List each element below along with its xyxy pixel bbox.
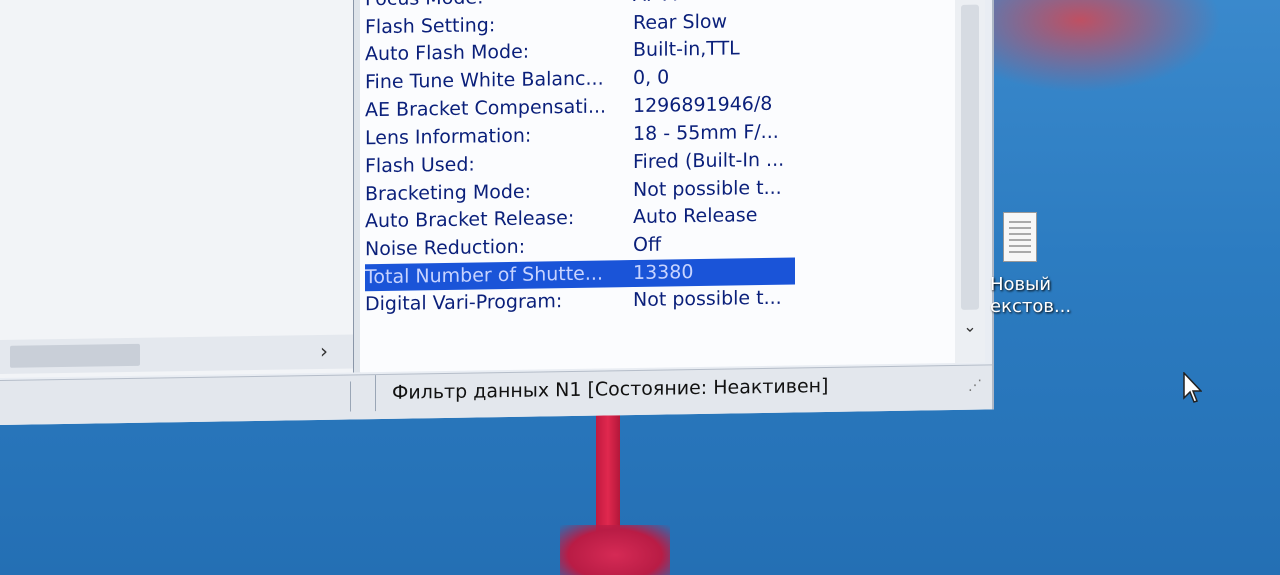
property-key: Auto Bracket Release: xyxy=(365,206,575,233)
data-filter-status: Фильтр данных N1 [Состояние: Неактивен] xyxy=(375,367,833,412)
property-key: Flash Used: xyxy=(365,153,475,178)
property-key: Lens Information: xyxy=(365,124,532,150)
desktop-file-new-text[interactable]: Новый екстов... xyxy=(990,212,1072,327)
wallpaper-flower-base xyxy=(560,525,670,575)
chevron-down-icon[interactable]: ⌄ xyxy=(959,315,981,339)
property-key: Flash Setting: xyxy=(365,14,496,39)
selection-gap xyxy=(620,260,633,288)
property-key: Fine Tune White Balanc... xyxy=(365,67,604,94)
left-horizontal-scrollbar[interactable]: › xyxy=(0,334,353,374)
vertical-scroll-thumb[interactable] xyxy=(961,4,979,310)
left-pane: › xyxy=(0,0,354,378)
property-value: 18 - 55mm F/... xyxy=(633,120,779,146)
property-value: 1296891946/8 xyxy=(633,92,773,118)
property-value: Auto Release xyxy=(633,204,758,229)
property-key: Noise Reduction: xyxy=(365,235,526,261)
desktop-icon-label-line1: Новый xyxy=(990,274,1052,295)
text-document-icon xyxy=(1003,212,1037,262)
property-key: Digital Vari-Program: xyxy=(365,290,563,316)
property-key: Bracketing Mode: xyxy=(365,180,531,206)
vertical-scrollbar[interactable]: ⌄ xyxy=(955,0,985,363)
left-scroll-thumb[interactable] xyxy=(10,343,140,368)
desktop-icon-label-line2: екстов... xyxy=(990,296,1072,317)
property-key: AE Bracket Compensati... xyxy=(365,95,607,122)
status-bar-left-cell xyxy=(0,381,351,417)
property-value: Not possible t... xyxy=(633,176,782,202)
property-key: Auto Flash Mode: xyxy=(365,40,530,66)
exif-viewer-window: › Focus Mode: AF-A Flash Setting: Rear S… xyxy=(0,0,994,425)
resize-grip-icon[interactable]: ⋰ xyxy=(968,378,986,396)
property-value: Built-in,TTL xyxy=(633,37,740,62)
properties-list: Focus Mode: AF-A Flash Setting: Rear Slo… xyxy=(360,0,980,373)
chevron-right-icon[interactable]: › xyxy=(314,337,334,365)
desktop-icon-label: Новый екстов... xyxy=(990,274,1072,318)
property-value: Fired (Built-In ... xyxy=(633,148,785,174)
property-value: Not possible t... xyxy=(633,286,782,312)
mouse-pointer-icon xyxy=(1183,372,1202,403)
property-value: Rear Slow xyxy=(633,10,728,35)
property-key: Total Number of Shutte... xyxy=(365,260,620,292)
property-value: 13380 xyxy=(633,257,795,288)
property-value: Off xyxy=(633,233,662,257)
property-value: 0, 0 xyxy=(633,66,670,90)
